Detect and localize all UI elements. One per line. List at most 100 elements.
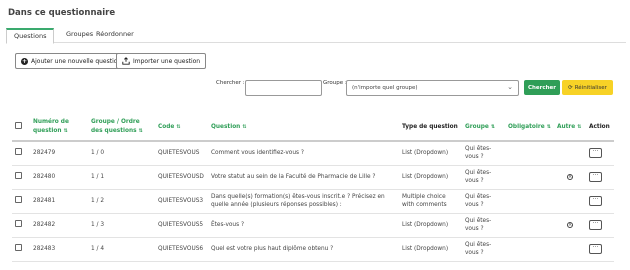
refresh-icon: ⟳ bbox=[568, 84, 573, 91]
cell-other bbox=[554, 237, 586, 262]
cell-other: × bbox=[554, 165, 586, 190]
tab-questions[interactable]: Questions bbox=[6, 28, 55, 44]
reset-button[interactable]: ⟳ Réinitialiser bbox=[562, 80, 613, 95]
table-row: 282479 1 / 0 QUIETESVOUS Comment vous id… bbox=[12, 141, 614, 166]
upload-icon bbox=[122, 57, 130, 65]
select-all-cell bbox=[12, 114, 30, 142]
page-title: Dans ce questionnaire bbox=[8, 8, 116, 18]
col-type: Type de question bbox=[399, 114, 462, 142]
cell-order: 1 / 2 bbox=[88, 189, 155, 214]
col-order[interactable]: Groupe / Ordre des questions ⇅ bbox=[88, 114, 155, 142]
table-row: 282483 1 / 4 QUIETESVOUS6 Quel est votre… bbox=[12, 237, 614, 262]
cell-id: 282481 bbox=[30, 189, 88, 214]
search-input[interactable] bbox=[245, 80, 322, 96]
cell-question: Quel est votre plus haut diplôme obtenu … bbox=[208, 237, 399, 262]
circle-x-icon: × bbox=[567, 222, 573, 228]
sort-icon: ⇅ bbox=[63, 128, 68, 134]
cell-question: Dans quelle(s) formation(s) êtes-vous in… bbox=[208, 189, 399, 214]
cell-code: QUIETESVOUS5 bbox=[155, 213, 208, 238]
cell-group: Qui êtes-vous ? bbox=[462, 141, 505, 166]
group-label: Groupe : bbox=[323, 80, 347, 86]
cell-order: 1 / 3 bbox=[88, 213, 155, 238]
search-label: Chercher : bbox=[216, 80, 245, 86]
row-checkbox[interactable] bbox=[15, 148, 22, 156]
cell-code: QUIETESVOUS bbox=[155, 141, 208, 166]
more-actions-button[interactable]: ··· bbox=[589, 172, 602, 182]
questions-table: Numéro de question ⇅ Groupe / Ordre des … bbox=[12, 114, 614, 262]
cell-action: ··· bbox=[586, 165, 614, 190]
cell-mandatory bbox=[505, 189, 554, 214]
more-actions-button[interactable]: ··· bbox=[589, 196, 602, 206]
cell-code: QUIETESVOUS3 bbox=[155, 189, 208, 214]
cell-type: List (Dropdown) bbox=[399, 213, 462, 238]
cell-code: QUIETESVOUS6 bbox=[155, 237, 208, 262]
cell-mandatory bbox=[505, 165, 554, 190]
sort-icon: ⇅ bbox=[490, 123, 496, 130]
cell-type: List (Dropdown) bbox=[399, 141, 462, 166]
cell-action: ··· bbox=[586, 141, 614, 166]
cell-id: 282482 bbox=[30, 213, 88, 238]
cell-question: Comment vous identifiez-vous ? bbox=[208, 141, 399, 166]
sort-icon: ⇅ bbox=[546, 123, 551, 130]
cell-code: QUIETESVOUSD bbox=[155, 165, 208, 190]
table-row: 282482 1 / 3 QUIETESVOUS5 Êtes-vous ? Li… bbox=[12, 213, 614, 238]
circle-x-icon: × bbox=[567, 174, 573, 180]
sort-icon: ⇅ bbox=[138, 128, 143, 134]
more-actions-button[interactable]: ··· bbox=[589, 244, 602, 254]
cell-question: Votre statut au sein de la Faculté de Ph… bbox=[208, 165, 399, 190]
add-question-button[interactable]: + Ajouter une nouvelle question bbox=[15, 53, 128, 69]
cell-type: List (Dropdown) bbox=[399, 165, 462, 190]
cell-mandatory bbox=[505, 237, 554, 262]
col-mandatory[interactable]: Obligatoire ⇅ bbox=[505, 114, 554, 142]
cell-type: List (Dropdown) bbox=[399, 237, 462, 262]
row-select-cell bbox=[12, 237, 30, 262]
cell-group: Qui êtes-vous ? bbox=[462, 189, 505, 214]
col-number[interactable]: Numéro de question ⇅ bbox=[30, 114, 88, 142]
select-all-checkbox[interactable] bbox=[15, 121, 22, 129]
col-action: Action bbox=[586, 114, 614, 142]
row-select-cell bbox=[12, 141, 30, 166]
col-question[interactable]: Question ⇅ bbox=[208, 114, 399, 142]
import-question-button[interactable]: Importer une question bbox=[116, 53, 207, 69]
cell-id: 282479 bbox=[30, 141, 88, 166]
cell-question: Êtes-vous ? bbox=[208, 213, 399, 238]
row-checkbox[interactable] bbox=[15, 172, 22, 179]
more-actions-button[interactable]: ··· bbox=[589, 148, 602, 159]
table-row: 282480 1 / 1 QUIETESVOUSD Votre statut a… bbox=[12, 165, 614, 190]
cell-id: 282483 bbox=[30, 237, 88, 262]
cell-mandatory bbox=[505, 213, 554, 238]
cell-other: × bbox=[554, 213, 586, 238]
more-actions-button[interactable]: ··· bbox=[589, 220, 602, 230]
col-group[interactable]: Groupe ⇅ bbox=[462, 114, 505, 142]
tab-bar: Questions Groupes Réordonner bbox=[6, 28, 626, 44]
cell-action: ··· bbox=[586, 189, 614, 214]
cell-other bbox=[554, 141, 586, 166]
row-checkbox[interactable] bbox=[15, 196, 22, 203]
cell-mandatory bbox=[505, 141, 554, 166]
cell-other bbox=[554, 189, 586, 214]
search-button[interactable]: Chercher bbox=[524, 80, 560, 95]
cell-group: Qui êtes-vous ? bbox=[462, 165, 505, 190]
row-select-cell bbox=[12, 165, 30, 190]
col-other[interactable]: Autre ⇅ bbox=[554, 114, 586, 142]
table-header-row: Numéro de question ⇅ Groupe / Ordre des … bbox=[12, 114, 614, 142]
tab-groupes[interactable]: Groupes bbox=[66, 30, 93, 38]
cell-group: Qui êtes-vous ? bbox=[462, 237, 505, 262]
cell-action: ··· bbox=[586, 237, 614, 262]
sort-icon: ⇅ bbox=[242, 123, 247, 130]
chevron-down-icon: ⌄ bbox=[507, 83, 513, 91]
col-code[interactable]: Code ⇅ bbox=[155, 114, 208, 142]
cell-action: ··· bbox=[586, 213, 614, 238]
cell-order: 1 / 1 bbox=[88, 165, 155, 190]
cell-type: Multiple choice with comments bbox=[399, 189, 462, 214]
row-checkbox[interactable] bbox=[15, 244, 22, 251]
tab-reordonner[interactable]: Réordonner bbox=[96, 30, 134, 38]
group-select[interactable]: (n'importe quel groupe) ⌄ bbox=[346, 80, 519, 96]
cell-order: 1 / 4 bbox=[88, 237, 155, 262]
cell-order: 1 / 0 bbox=[88, 141, 155, 166]
plus-circle-icon: + bbox=[21, 57, 28, 65]
sort-icon: ⇅ bbox=[176, 123, 181, 130]
cell-group: Qui êtes-vous ? bbox=[462, 213, 505, 238]
row-checkbox[interactable] bbox=[15, 220, 22, 227]
cell-id: 282480 bbox=[30, 165, 88, 190]
